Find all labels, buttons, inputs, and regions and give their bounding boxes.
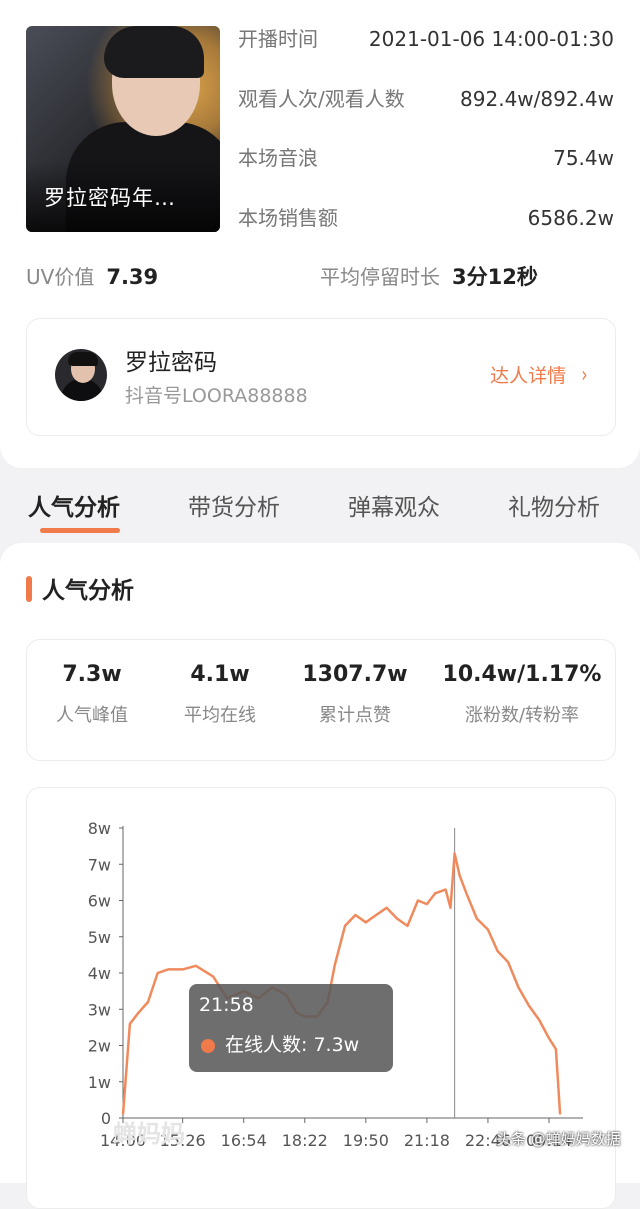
avg-stay-metric: 平均停留时长 3分12秒 xyxy=(320,262,538,292)
stat-label: 人气峰值 xyxy=(56,705,128,726)
info-label: 观看人次/观看人数 xyxy=(238,87,405,111)
stat-peak: 7.3w 人气峰值 xyxy=(47,662,137,727)
cover-title: 罗拉密码年… xyxy=(44,186,176,210)
live-cover-image[interactable]: 罗拉密码年… xyxy=(26,26,220,232)
y-tick-label: 4w xyxy=(88,964,111,983)
avatar-hair xyxy=(68,352,98,366)
tab-sales[interactable]: 带货分析 xyxy=(188,488,280,522)
tooltip-series-dot xyxy=(201,1039,215,1053)
avg-stay-label: 平均停留时长 xyxy=(320,265,440,289)
x-tick-label: 19:50 xyxy=(343,1131,389,1150)
watermark: 蝉妈妈 xyxy=(113,1120,185,1148)
active-tab-indicator xyxy=(40,528,120,533)
info-value: 2021-01-06 14:00-01:30 xyxy=(368,27,614,51)
popularity-section: 人气分析 7.3w 人气峰值 4.1w 平均在线 1307.7w 累计点赞 10… xyxy=(0,543,640,1209)
uv-value-metric: UV价值 7.39 xyxy=(26,262,158,292)
author-card[interactable]: 罗拉密码 抖音号LOORA88888 达人详情 › xyxy=(26,318,616,436)
stat-avg-online: 4.1w 平均在线 xyxy=(175,662,265,727)
author-detail-label: 达人详情 xyxy=(490,365,567,387)
chart-tooltip: 21:58 在线人数: 7.3w xyxy=(189,984,393,1072)
stat-new-fans: 10.4w/1.17% 涨粉数/转粉率 xyxy=(439,662,605,727)
tooltip-label: 在线人数: 7.3w xyxy=(225,1034,360,1056)
uv-label: UV价值 xyxy=(26,265,95,289)
stat-value: 1307.7w xyxy=(302,662,408,687)
y-tick-label: 2w xyxy=(88,1037,111,1056)
info-row-views: 观看人次/观看人数 892.4w/892.4w xyxy=(238,84,614,114)
author-douyin-id: 抖音号LOORA88888 xyxy=(125,385,308,407)
avg-stay-value: 3分12秒 xyxy=(452,265,538,289)
y-tick-label: 5w xyxy=(88,928,111,947)
x-tick-label: 18:22 xyxy=(282,1131,328,1150)
stat-value: 10.4w/1.17% xyxy=(442,662,602,687)
x-tick-label: 16:54 xyxy=(221,1131,267,1150)
section-marker xyxy=(26,576,32,602)
info-row-sales: 本场销售额 6586.2w xyxy=(238,203,614,233)
info-label: 本场销售额 xyxy=(238,206,338,230)
analysis-tabs: 人气分析 带货分析 弹幕观众 礼物分析 xyxy=(0,478,640,538)
stat-value: 4.1w xyxy=(190,662,250,687)
y-tick-label: 7w xyxy=(88,855,111,874)
author-detail-link[interactable]: 达人详情 › xyxy=(490,361,589,388)
chevron-right-icon: › xyxy=(581,363,588,388)
avatar[interactable] xyxy=(55,349,107,401)
y-tick-label: 3w xyxy=(88,1000,111,1019)
uv-value: 7.39 xyxy=(106,265,159,289)
cover-figure-hair xyxy=(104,26,204,78)
tab-comments-audience[interactable]: 弹幕观众 xyxy=(348,488,440,522)
popularity-stats-card: 7.3w 人气峰值 4.1w 平均在线 1307.7w 累计点赞 10.4w/1… xyxy=(26,639,616,761)
y-tick-label: 0 xyxy=(101,1109,111,1128)
author-name: 罗拉密码 xyxy=(125,350,217,376)
info-row-start-time: 开播时间 2021-01-06 14:00-01:30 xyxy=(238,24,614,54)
tab-gifts[interactable]: 礼物分析 xyxy=(508,488,600,522)
info-label: 本场音浪 xyxy=(238,146,318,170)
y-tick-label: 8w xyxy=(88,819,111,838)
stat-value: 7.3w xyxy=(62,662,122,687)
info-value: 892.4w/892.4w xyxy=(460,87,614,111)
info-row-sound-wave: 本场音浪 75.4w xyxy=(238,143,614,173)
tooltip-time: 21:58 xyxy=(199,994,254,1016)
stat-label: 平均在线 xyxy=(184,705,256,726)
x-tick-label: 21:18 xyxy=(404,1131,450,1150)
y-tick-label: 1w xyxy=(88,1073,111,1092)
source-credit: 头条 @蝉妈妈数据 xyxy=(496,1130,621,1148)
info-value: 6586.2w xyxy=(527,206,614,230)
tab-popularity[interactable]: 人气分析 xyxy=(28,488,120,522)
info-value: 75.4w xyxy=(553,146,614,170)
info-label: 开播时间 xyxy=(238,27,318,51)
stat-label: 累计点赞 xyxy=(319,705,391,726)
live-info-card: 罗拉密码年… 开播时间 2021-01-06 14:00-01:30 观看人次/… xyxy=(0,0,640,468)
y-tick-label: 6w xyxy=(88,892,111,911)
section-title: 人气分析 xyxy=(42,578,134,604)
stat-label: 涨粉数/转粉率 xyxy=(464,705,580,726)
stat-total-likes: 1307.7w 累计点赞 xyxy=(295,662,415,727)
